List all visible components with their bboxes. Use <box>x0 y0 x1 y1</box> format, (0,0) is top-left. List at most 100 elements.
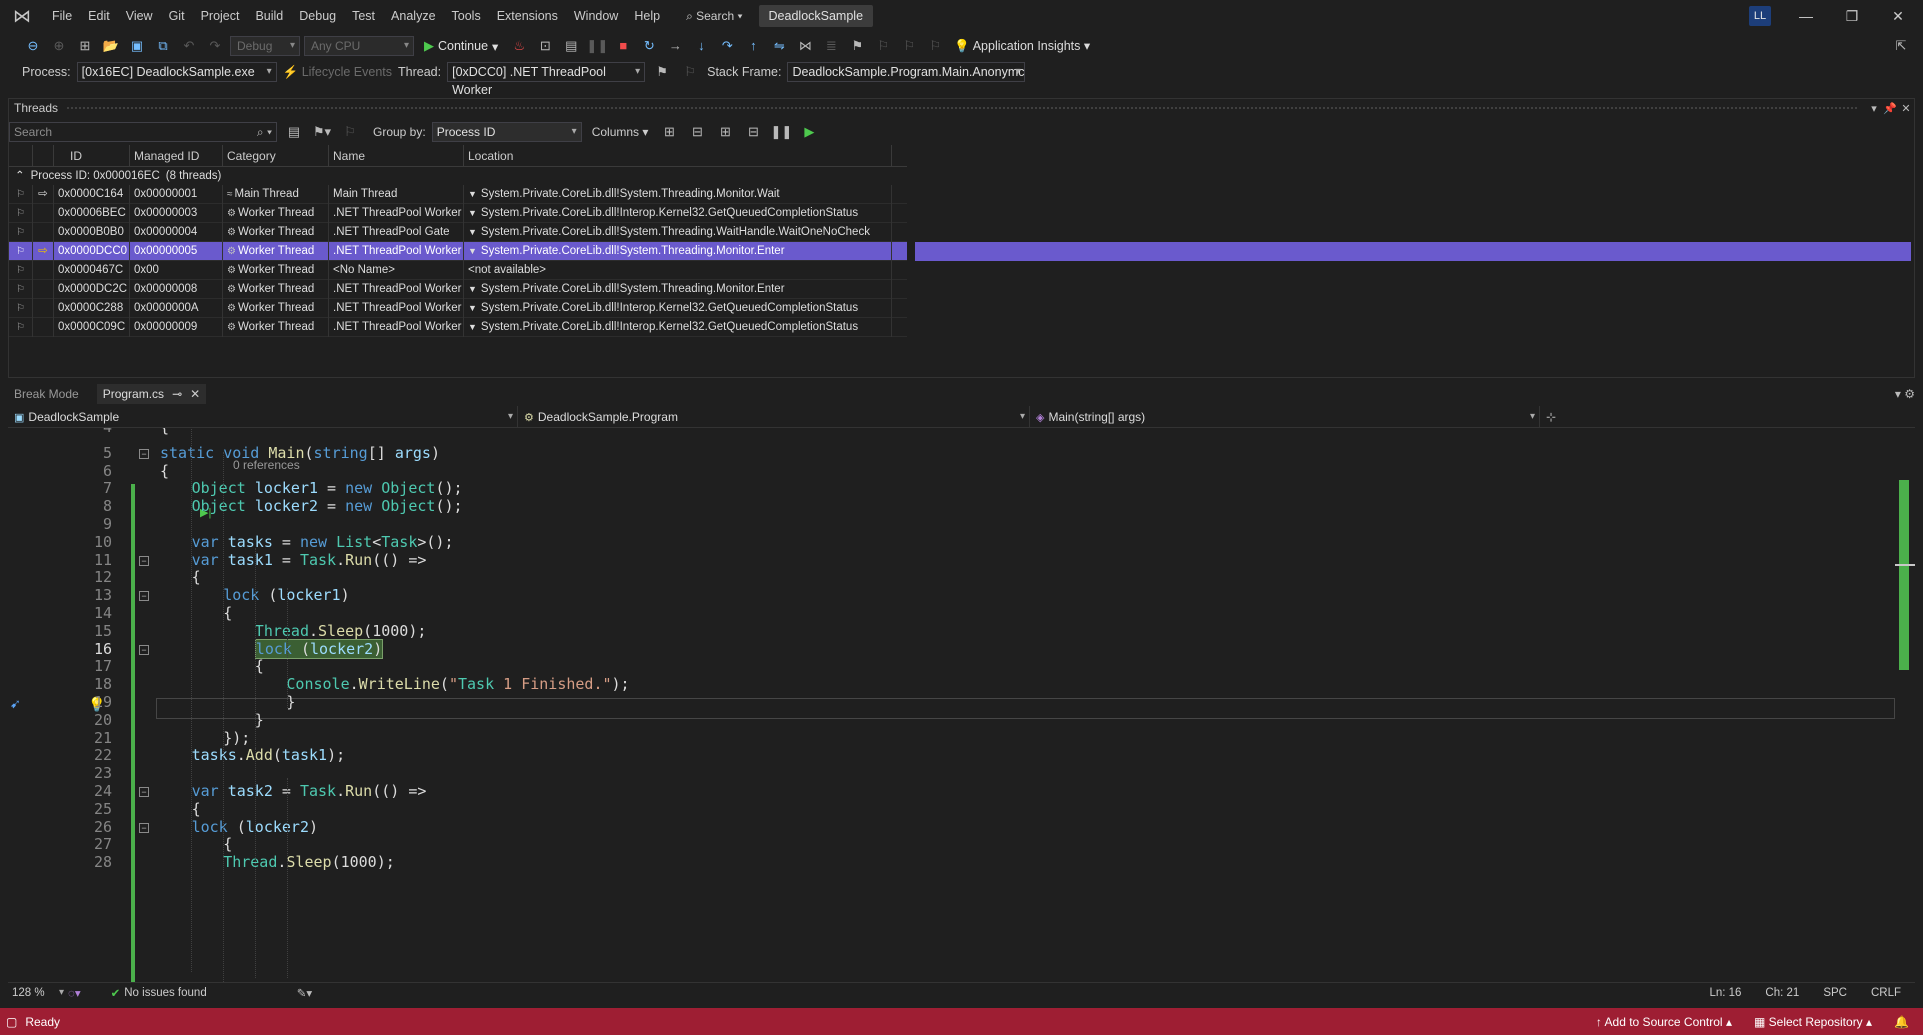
live-share-icon[interactable]: ⇱ <box>1890 35 1912 57</box>
code-line[interactable]: Object locker2 = new Object(); <box>192 497 463 515</box>
chevron-down-icon[interactable]: ▼ <box>468 303 477 313</box>
menu-tools[interactable]: Tools <box>444 5 489 27</box>
close-icon[interactable]: ✕ <box>1878 4 1918 28</box>
flag-thread-icon[interactable]: ⚑ <box>651 61 673 83</box>
stack-frame-dropdown[interactable]: DeadlockSample.Program.Main.Anonymc <box>787 62 1026 82</box>
menu-analyze[interactable]: Analyze <box>383 5 443 27</box>
restore-icon[interactable]: ❐ <box>1832 4 1872 28</box>
forward-icon[interactable]: ⊕ <box>48 35 70 57</box>
freeze-threads-icon[interactable]: ❚❚ <box>770 121 793 143</box>
restart-icon[interactable]: ↻ <box>638 35 660 57</box>
fold-toggle-icon[interactable]: − <box>139 822 149 833</box>
code-line[interactable]: static void Main(string[] args) <box>160 444 440 462</box>
pin-icon[interactable]: ⊸ <box>172 384 182 404</box>
thread-row[interactable]: ⚐ 0x00006BEC 0x00000003 ⚙ Worker Thread .NET … <box>9 203 907 223</box>
thread-location[interactable]: ▼ System.Private.CoreLib.dll!Interop.Kern… <box>464 203 892 223</box>
flag-icon[interactable]: ⚐ <box>9 317 33 337</box>
tab-break-mode[interactable]: Break Mode <box>8 387 85 401</box>
thread-view-icon[interactable]: ⋈ <box>794 35 816 57</box>
back-icon[interactable]: ⊖ <box>22 35 44 57</box>
collapse-icon[interactable]: ⌃ <box>15 167 25 185</box>
notifications-icon[interactable]: 🔔 <box>1894 1015 1909 1029</box>
line-endings[interactable]: CRLF <box>1871 987 1901 999</box>
bookmark-icon[interactable]: ⚑ <box>846 35 868 57</box>
open-folder-icon[interactable]: 📂 <box>100 35 122 57</box>
hot-reload-icon[interactable]: ♨ <box>508 35 530 57</box>
col-location[interactable]: Location <box>464 144 892 167</box>
columns-button[interactable]: Columns ▾ <box>588 125 653 139</box>
code-line[interactable]: var tasks = new List<Task>(); <box>192 533 454 551</box>
process-group-row[interactable]: ⌃ Process ID: 0x000016EC (8 threads) <box>9 167 907 185</box>
search-call-stack-icon[interactable]: ▤ <box>283 121 305 143</box>
code-line[interactable]: } <box>255 711 264 729</box>
flag-icon[interactable]: ⚐ <box>9 184 33 204</box>
cleanup-icon[interactable]: ✎▾ <box>297 986 312 1000</box>
stop-debugging-icon[interactable]: ■ <box>612 35 634 57</box>
menu-test[interactable]: Test <box>344 5 383 27</box>
tab-list-icon[interactable]: ▾ ⚙ <box>1895 387 1915 401</box>
current-statement-thread-icon[interactable]: ➹ <box>10 696 21 712</box>
thread-location[interactable]: ▼ System.Private.CoreLib.dll!Interop.Kern… <box>464 317 892 337</box>
thread-location[interactable]: ▼ System.Private.CoreLib.dll!Interop.Kern… <box>464 298 892 318</box>
next-bookmark-icon[interactable]: ⚐ <box>898 35 920 57</box>
flag-icon[interactable]: ⚐ <box>9 241 33 261</box>
code-line[interactable]: { <box>192 800 201 818</box>
code-line[interactable]: { <box>223 835 232 853</box>
save-all-icon[interactable]: ⧉ <box>152 35 174 57</box>
solution-config-dropdown[interactable]: Debug <box>230 36 300 56</box>
zoom-dropdown[interactable]: 128 % <box>8 987 68 999</box>
close-tab-icon[interactable]: ✕ <box>190 384 200 404</box>
browser-link-icon[interactable]: ⊡ <box>534 35 556 57</box>
flag-all-icon[interactable]: ⚐ <box>679 61 701 83</box>
groupby-dropdown[interactable]: Process ID <box>431 122 582 142</box>
flag-icon[interactable]: ⚐ <box>9 279 33 299</box>
chevron-down-icon[interactable]: ▼ <box>468 322 477 332</box>
lifecycle-events-button[interactable]: ⚡ Lifecycle Events <box>283 65 392 80</box>
code-line[interactable]: { <box>192 568 201 586</box>
fold-toggle-icon[interactable]: − <box>139 591 149 602</box>
redo-icon[interactable]: ↷ <box>204 35 226 57</box>
tab-program-cs[interactable]: Program.cs ⊸ ✕ <box>96 384 207 404</box>
col-id[interactable]: ID <box>54 144 130 167</box>
flag-icon[interactable]: ⚐ <box>9 260 33 280</box>
code-line[interactable]: { <box>160 428 169 436</box>
menu-file[interactable]: File <box>44 5 80 27</box>
chevron-down-icon[interactable]: ▼ <box>468 227 477 237</box>
thread-row[interactable]: ⚐ ⇨ 0x0000DCC0 0x00000005 ⚙ Worker Thread .NET… <box>9 241 907 261</box>
thread-location[interactable]: ▼ System.Private.CoreLib.dll!System.Threa… <box>464 279 892 299</box>
output-icon[interactable]: ▢ <box>6 1015 17 1029</box>
pin-icon[interactable]: 📌 <box>1882 102 1898 115</box>
menu-debug[interactable]: Debug <box>291 5 344 27</box>
add-to-source-control-button[interactable]: ↑ Add to Source Control ▴ <box>1596 1015 1732 1029</box>
code-line[interactable]: var task2 = Task.Run(() => <box>192 782 427 800</box>
whitespace-mode[interactable]: SPC <box>1823 987 1847 999</box>
project-dropdown[interactable]: ▣ DeadlockSample <box>8 405 518 428</box>
code-line[interactable]: var task1 = Task.Run(() => <box>192 551 427 569</box>
clear-bookmarks-icon[interactable]: ⚐ <box>924 35 946 57</box>
minimize-icon[interactable]: — <box>1786 4 1826 28</box>
flag-icon[interactable]: ⚐ <box>9 222 33 242</box>
code-line[interactable]: Thread.Sleep(1000); <box>255 622 427 640</box>
show-next-statement-icon[interactable]: → <box>664 35 686 57</box>
collapse-groups-icon[interactable]: ⊟ <box>686 121 708 143</box>
menu-extensions[interactable]: Extensions <box>489 5 566 27</box>
code-line[interactable]: Thread.Sleep(1000); <box>223 853 395 871</box>
thread-location[interactable]: <not available> <box>464 260 892 280</box>
thread-row[interactable]: ⚐ 0x0000B0B0 0x00000004 ⚙ Worker Thread .NET … <box>9 222 907 242</box>
col-managed-id[interactable]: Managed ID <box>130 144 223 167</box>
thread-row[interactable]: ⚐ 0x0000DC2C 0x00000008 ⚙ Worker Thread .NET … <box>9 279 907 299</box>
code-line[interactable]: tasks.Add(task1); <box>192 746 346 764</box>
thread-row[interactable]: ⚐ 0x0000C288 0x0000000A ⚙ Worker Thread .NET … <box>9 298 907 318</box>
flag-icon[interactable]: ⚐ <box>9 203 33 223</box>
fold-toggle-icon[interactable]: − <box>139 555 149 566</box>
fold-toggle-icon[interactable]: − <box>139 448 149 459</box>
chevron-down-icon[interactable]: ▼ <box>468 246 477 256</box>
chevron-down-icon[interactable]: ▼ <box>468 284 477 294</box>
code-line[interactable]: { <box>223 604 232 622</box>
continue-button[interactable]: ▶ Continue ▾ <box>418 38 504 54</box>
step-over-icon[interactable]: ↷ <box>716 35 738 57</box>
application-insights-button[interactable]: 💡 Application Insights ▾ <box>950 38 1094 54</box>
thread-row[interactable]: ⚐ ⇨ 0x0000C164 0x00000001 ≈ Main Thread Main T… <box>9 184 907 204</box>
code-line[interactable]: { <box>255 657 264 675</box>
flag-icon[interactable]: ⚑▾ <box>311 121 333 143</box>
